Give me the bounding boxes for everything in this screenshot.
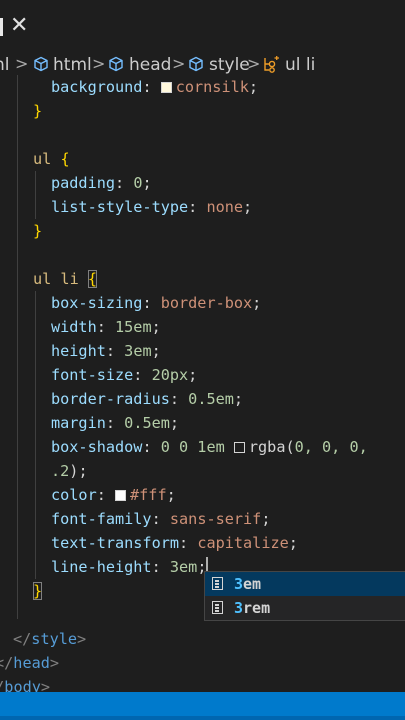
breadcrumb-separator: > — [15, 54, 29, 73]
color-swatch-white[interactable] — [115, 490, 127, 501]
code-line: } — [33, 579, 43, 603]
breadcrumb-item-style[interactable]: style — [209, 54, 250, 76]
code-line: box-sizing: border-box; — [51, 294, 262, 312]
cube-icon — [189, 56, 203, 72]
autocomplete-suggest-widget: 3em 3rem — [204, 571, 405, 621]
code-line: } — [33, 102, 43, 120]
code-line: </head> — [0, 654, 60, 672]
color-swatch-rgba[interactable] — [233, 442, 245, 453]
indent-guide — [35, 171, 36, 219]
cube-icon — [109, 56, 123, 72]
code-line: margin: 0.5em; — [51, 414, 180, 432]
code-line: width: 15em; — [51, 318, 161, 336]
status-bar — [0, 692, 405, 720]
selector-icon — [264, 56, 279, 73]
active-tab[interactable]: ✕ — [0, 0, 44, 52]
indent-guide — [35, 291, 36, 579]
code-line: color: #fff; — [51, 486, 176, 504]
status-bar-edge — [0, 716, 405, 720]
code-line: ul li { — [33, 270, 98, 288]
code-line-active: line-height: 3em; — [51, 557, 208, 576]
code-line: font-family: sans-serif; — [51, 510, 271, 528]
code-line: background: cornsilk; — [51, 78, 259, 96]
code-line: height: 3em; — [51, 342, 161, 360]
cube-icon — [34, 56, 48, 72]
suggestion-item[interactable]: 3em — [205, 572, 405, 596]
breadcrumb-item-ul-li[interactable]: ul li — [285, 54, 315, 76]
code-line: text-transform: capitalize; — [51, 534, 298, 552]
breadcrumb-separator: > — [172, 54, 186, 73]
breadcrumb-item-file[interactable]: nl — [0, 54, 10, 76]
code-line: </style> — [13, 630, 87, 648]
breadcrumb-separator: > — [92, 54, 106, 73]
unit-icon — [212, 601, 223, 614]
matched-brace: } — [33, 582, 43, 600]
code-line: ul { — [33, 150, 70, 168]
breadcrumb-item-html[interactable]: html — [53, 54, 92, 76]
code-line: font-size: 20px; — [51, 366, 198, 384]
color-swatch-cornsilk[interactable] — [160, 82, 172, 93]
code-line: list-style-type: none; — [51, 198, 253, 216]
code-line: box-shadow: 0 0 1em rgba(0, 0, 0, — [51, 438, 368, 456]
unit-icon — [212, 577, 223, 590]
code-line: } — [33, 222, 43, 240]
code-line: border-radius: 0.5em; — [51, 390, 244, 408]
code-line: padding: 0; — [51, 174, 152, 192]
matched-brace: { — [87, 270, 98, 288]
breadcrumb-item-head[interactable]: head — [129, 54, 171, 76]
code-line: .2); — [51, 462, 88, 480]
breadcrumb-separator: > — [247, 54, 261, 73]
tab-bar: ✕ — [0, 0, 405, 52]
tab-edge-indicator — [0, 18, 3, 36]
indent-guide — [17, 75, 18, 619]
suggestion-item[interactable]: 3rem — [205, 596, 405, 620]
close-icon[interactable]: ✕ — [10, 13, 28, 39]
